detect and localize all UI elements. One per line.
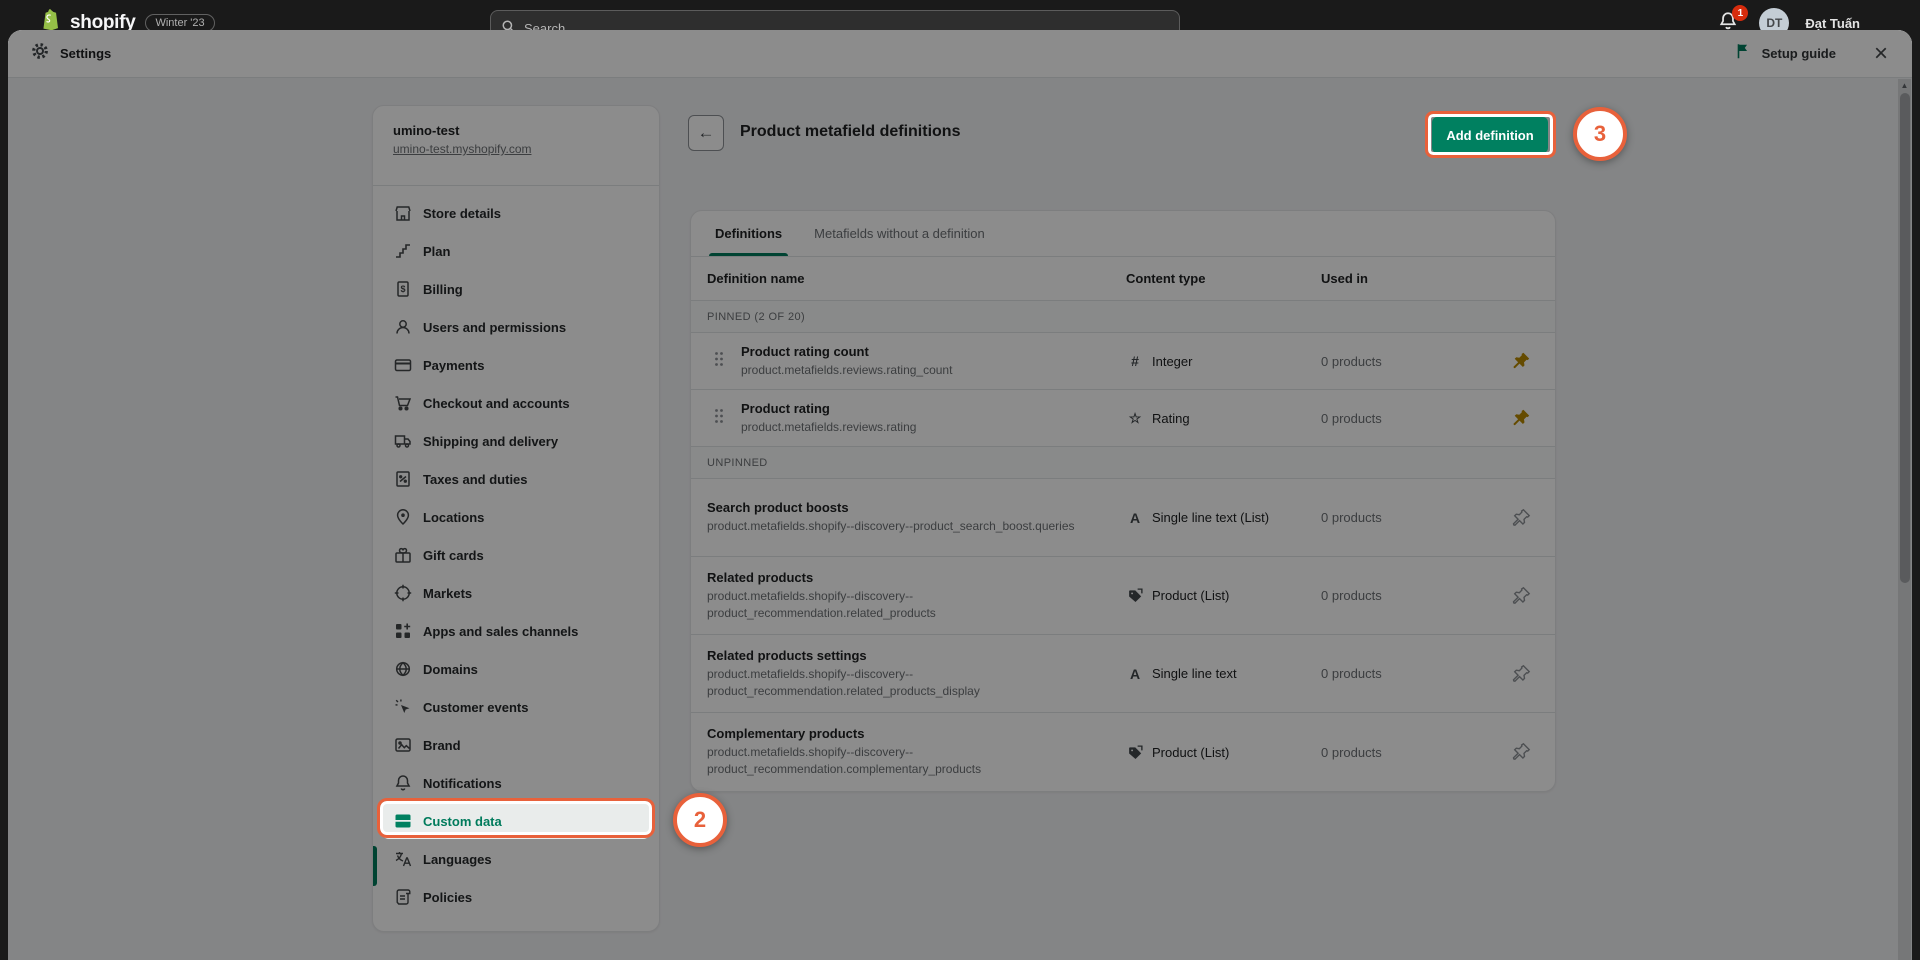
custom-data-icon [393,811,413,831]
settings-modal: Settings Setup guide × ▲ umino-test umin… [8,30,1912,960]
sidebar-item-custom-data[interactable]: Custom data [381,803,651,839]
annotation-step-3: 3 [1573,107,1627,161]
add-definition-button[interactable]: Add definition [1432,117,1548,153]
screenshot-stage: shopify Winter '23 Search 1 DT Đạt Tuấn … [0,0,1920,960]
version-badge: Winter '23 [145,14,214,32]
user-name: Đạt Tuấn [1805,16,1860,31]
notification-count-badge: 1 [1732,5,1748,21]
annotation-step-2: 2 [673,793,727,847]
dim-overlay [8,30,1912,960]
